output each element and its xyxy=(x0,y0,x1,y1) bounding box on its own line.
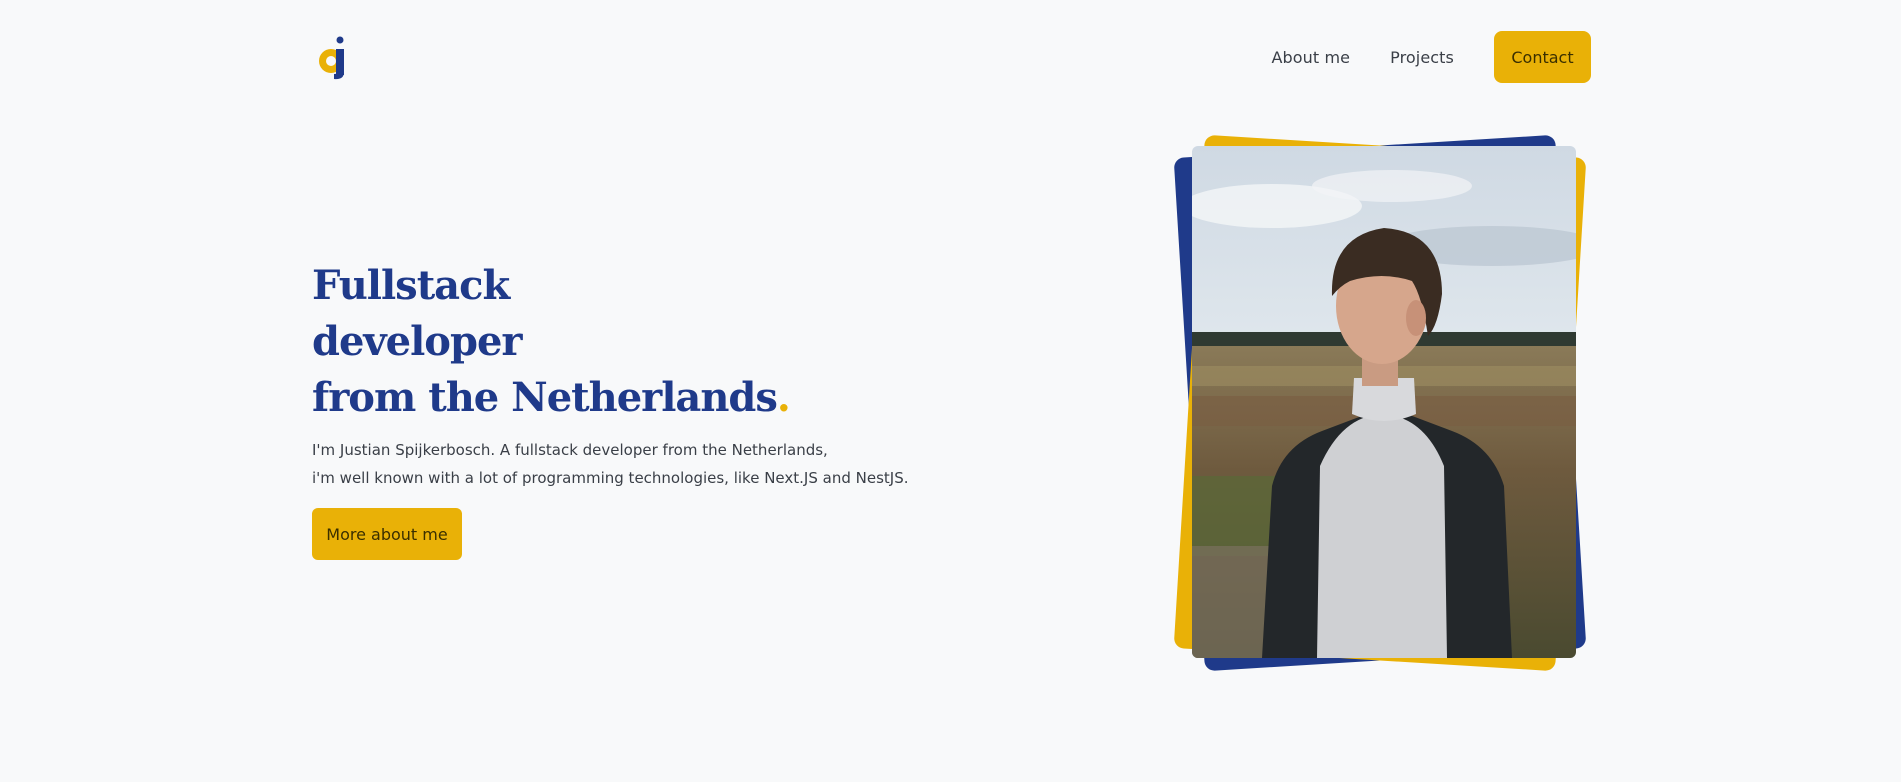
hero-title-dot: . xyxy=(776,374,791,421)
profile-photo-illustration xyxy=(1192,146,1576,658)
dj-logo-icon xyxy=(319,36,344,80)
main-nav: About me Projects Contact xyxy=(1271,31,1591,83)
hero-description-line-1: I'm Justian Spijkerbosch. A fullstack de… xyxy=(312,441,828,459)
hero-title-line-2: developer xyxy=(312,318,522,365)
contact-button[interactable]: Contact xyxy=(1494,31,1591,83)
nav-projects[interactable]: Projects xyxy=(1390,48,1454,67)
more-about-me-button[interactable]: More about me xyxy=(312,508,462,560)
logo[interactable] xyxy=(318,34,354,80)
profile-photo-container xyxy=(1173,134,1595,672)
hero-description-line-2: i'm well known with a lot of programming… xyxy=(312,469,909,487)
hero-title-line-3: from the Netherlands. xyxy=(312,370,952,426)
hero-title-line-3-text: from the Netherlands xyxy=(312,374,778,421)
nav-about-me[interactable]: About me xyxy=(1271,48,1350,67)
hero-section: Fullstack developer from the Netherlands… xyxy=(312,258,952,560)
profile-photo xyxy=(1192,146,1576,658)
hero-title: Fullstack developer from the Netherlands… xyxy=(312,258,952,426)
hero-description: I'm Justian Spijkerbosch. A fullstack de… xyxy=(312,436,952,492)
hero-title-line-1: Fullstack xyxy=(312,262,510,309)
